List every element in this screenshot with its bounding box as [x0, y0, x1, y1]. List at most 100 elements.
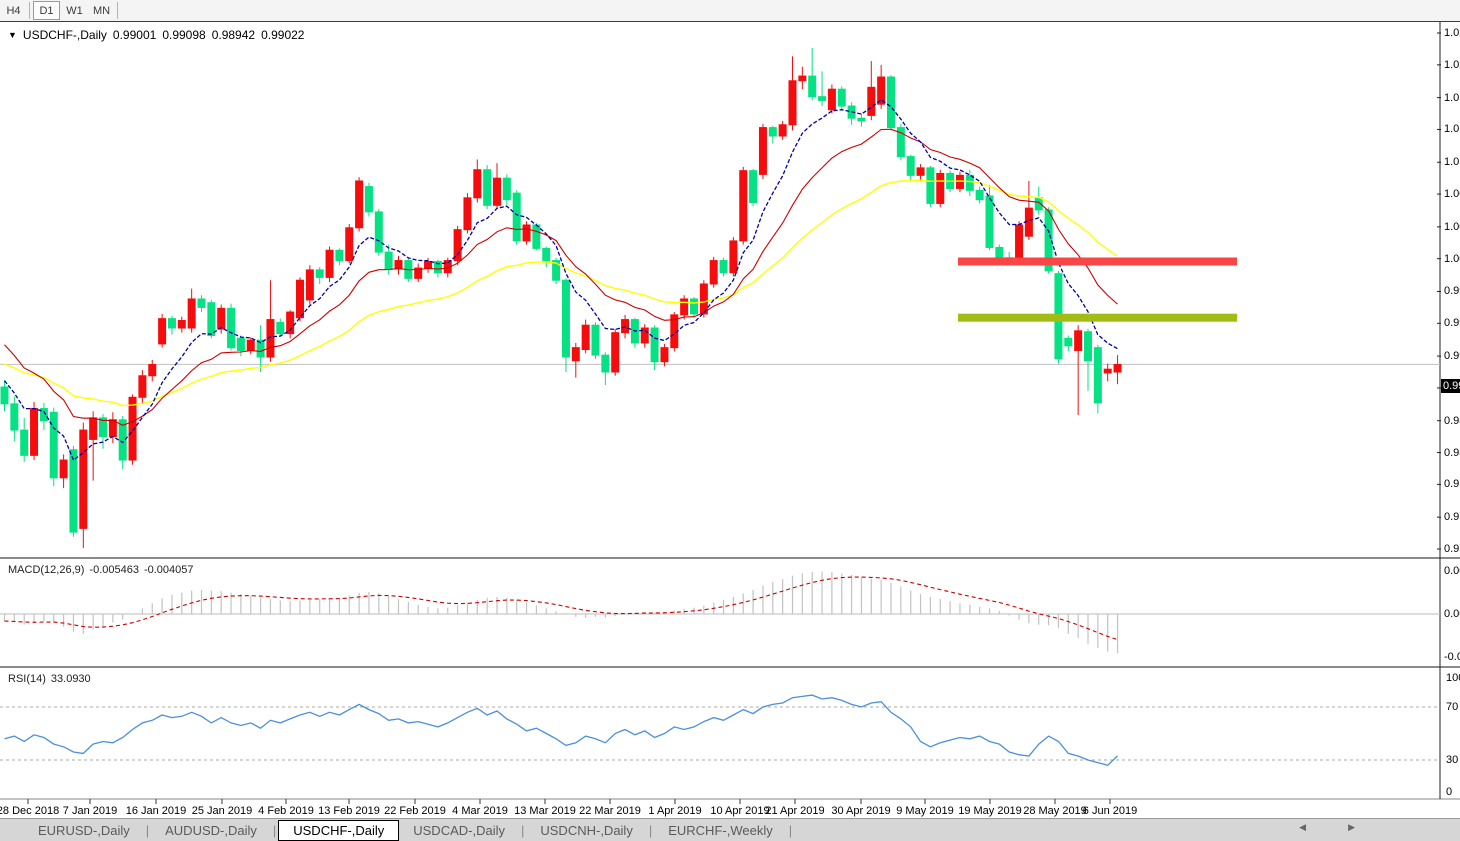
macd-value: -0.005463	[89, 564, 139, 576]
rsi-axis-label: 70	[1446, 701, 1458, 713]
candle-body	[316, 270, 323, 277]
rsi-axis-label: 0	[1446, 786, 1452, 798]
date-axis-label: 30 Apr 2019	[831, 805, 890, 817]
candle-body	[878, 77, 885, 104]
price-axis-label: 1.00490	[1444, 221, 1460, 233]
symbol-dropdown-icon[interactable]: ▼	[8, 30, 17, 40]
candle-body	[779, 125, 786, 136]
candle-body	[425, 262, 432, 269]
chart-canvas[interactable]	[0, 22, 1460, 817]
candle-body	[395, 261, 402, 269]
candle-body	[681, 299, 688, 315]
tab-divider: |	[649, 823, 652, 838]
symbol-tab-audusd[interactable]: AUDUSD-,Daily	[151, 820, 271, 841]
tab-scroll-left-icon[interactable]: ◀	[1299, 822, 1306, 833]
candle-body	[50, 412, 57, 478]
candle-body	[956, 175, 963, 188]
price-axis-label: 1.00840	[1444, 188, 1460, 200]
ohlc-low: 0.98942	[212, 28, 255, 42]
candle-body	[149, 365, 156, 376]
timeframe-button-w1[interactable]: W1	[62, 2, 87, 19]
price-axis-label: 1.01870	[1444, 92, 1460, 104]
candle-body	[188, 299, 195, 328]
candle-body	[385, 252, 392, 269]
symbol-tab-usdchf[interactable]: USDCHF-,Daily	[278, 820, 399, 841]
candle-body	[1094, 348, 1101, 403]
candle-body	[346, 228, 353, 261]
candle-body	[297, 280, 304, 317]
macd-indicator-label: MACD(12,26,9) -0.005463 -0.004057	[8, 564, 194, 576]
candle-body	[888, 77, 895, 128]
candle-body	[90, 418, 97, 440]
candle-body	[582, 325, 589, 349]
price-axis-label: 1.00150	[1444, 253, 1460, 265]
support-band	[958, 314, 1237, 322]
price-axis-label: 0.97050	[1444, 543, 1460, 555]
candle-body	[208, 303, 215, 336]
candle-body	[1114, 365, 1121, 372]
candle-body	[454, 230, 461, 261]
candle-body	[986, 196, 993, 248]
timeframe-button-h4[interactable]: H4	[1, 2, 26, 19]
candle-body	[622, 320, 629, 333]
candle-body	[139, 376, 146, 398]
macd-axis-label: -0.006011	[1444, 651, 1460, 663]
date-axis-label: 21 Apr 2019	[765, 805, 824, 817]
macd-axis-label: 0.006054	[1444, 565, 1460, 577]
candle-body	[917, 168, 924, 175]
tab-divider: |	[273, 823, 276, 838]
date-axis-label: 13 Feb 2019	[318, 805, 380, 817]
price-axis-label: 0.99110	[1444, 350, 1460, 362]
date-axis-label: 22 Feb 2019	[384, 805, 446, 817]
candle-body	[70, 450, 77, 532]
timeframe-button-d1[interactable]: D1	[33, 1, 60, 20]
candle-body	[691, 299, 698, 314]
candle-body	[1085, 332, 1092, 361]
rsi-axis-label: 100	[1446, 672, 1460, 684]
candle-body	[809, 76, 816, 97]
ohlc-high: 0.99098	[162, 28, 205, 42]
candle-body	[375, 212, 382, 252]
candle-body	[612, 333, 619, 372]
candle-body	[759, 128, 766, 175]
candle-body	[730, 241, 737, 273]
candle-body	[168, 319, 175, 328]
candle-body	[661, 348, 668, 362]
candle-body	[464, 198, 471, 230]
candle-body	[651, 328, 658, 362]
candle-body	[769, 128, 776, 136]
candle-body	[710, 261, 717, 284]
timeframe-button-mn[interactable]: MN	[89, 2, 114, 19]
candle-body	[1075, 331, 1082, 351]
candle-body	[1016, 225, 1023, 260]
date-axis-label: 1 Apr 2019	[648, 805, 701, 817]
date-axis-label: 25 Jan 2019	[192, 805, 253, 817]
candle-body	[750, 171, 757, 203]
macd-name: MACD(12,26,9)	[8, 564, 84, 576]
candle-body	[365, 187, 372, 212]
symbol-tab-usdcad[interactable]: USDCAD-,Daily	[399, 820, 519, 841]
symbol-tab-eurusd[interactable]: EURUSD-,Daily	[24, 820, 144, 841]
candle-body	[523, 225, 530, 241]
candle-body	[789, 81, 796, 125]
candle-body	[60, 460, 67, 478]
date-axis-label: 13 Mar 2019	[514, 805, 576, 817]
candle-body	[503, 178, 510, 200]
price-axis-label: 0.98420	[1444, 415, 1460, 427]
candle-body	[996, 247, 1003, 257]
date-axis-label: 9 May 2019	[896, 805, 953, 817]
price-axis-label: 0.99460	[1444, 317, 1460, 329]
candle-body	[799, 76, 806, 81]
tab-scroll-right-icon[interactable]: ▶	[1348, 822, 1355, 833]
candle-body	[306, 270, 313, 300]
candle-body	[592, 325, 599, 355]
candle-body	[228, 308, 235, 347]
symbol-tab-eurchf[interactable]: EURCHF-,Weekly	[654, 820, 787, 841]
rsi-indicator-label: RSI(14) 33.0930	[8, 673, 91, 685]
candle-body	[513, 193, 520, 241]
candle-body	[237, 338, 244, 350]
candle-body	[868, 87, 875, 115]
date-axis-label: 7 Jan 2019	[63, 805, 117, 817]
symbol-tab-usdcnh[interactable]: USDCNH-,Daily	[526, 820, 646, 841]
chart-area[interactable]: ▼ USDCHF-,Daily 0.99001 0.99098 0.98942 …	[0, 22, 1460, 817]
